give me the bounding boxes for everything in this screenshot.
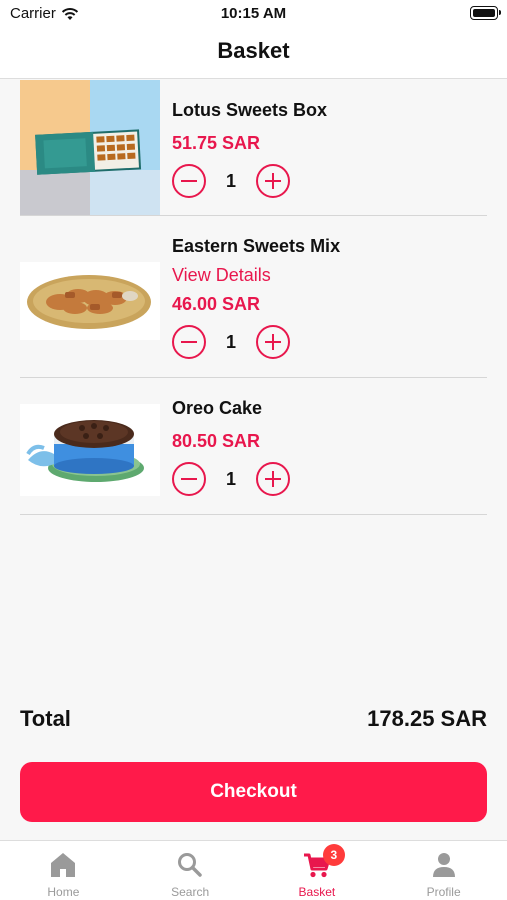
total-label: Total <box>20 706 71 731</box>
total-value: 178.25 SAR <box>367 706 487 731</box>
nav-bar: Basket <box>0 30 507 79</box>
item-price: 51.75 SAR <box>172 133 261 153</box>
product-image[interactable] <box>20 80 160 215</box>
tab-label: Search <box>171 885 210 899</box>
checkout-button[interactable]: Checkout <box>20 762 487 822</box>
status-bar: Carrier 10:15 AM <box>0 0 507 30</box>
item-price: 46.00 SAR <box>172 294 261 314</box>
home-icon <box>51 853 76 877</box>
tab-bar: Home Search 3 Basket Profile <box>0 840 507 900</box>
tab-search[interactable]: Search <box>127 841 254 900</box>
quantity-value: 1 <box>225 468 236 489</box>
search-icon <box>178 853 202 877</box>
battery-icon <box>470 6 501 20</box>
page-title: Basket <box>217 38 290 63</box>
item-name: Lotus Sweets Box <box>172 100 328 120</box>
item-info: Oreo Cake 80.50 SAR 1 <box>172 398 290 496</box>
decrease-quantity-button[interactable] <box>172 462 206 496</box>
basket-item: Eastern Sweets Mix View Details 46.00 SA… <box>20 216 487 378</box>
item-info: Lotus Sweets Box 51.75 SAR 1 <box>172 100 327 198</box>
tab-home[interactable]: Home <box>0 841 127 900</box>
quantity-value: 1 <box>225 331 236 352</box>
tab-label: Home <box>47 885 80 899</box>
basket-item: Lotus Sweets Box 51.75 SAR 1 <box>20 80 487 216</box>
quantity-stepper: 1 <box>172 462 290 496</box>
increase-quantity-button[interactable] <box>256 462 290 496</box>
basket-item: Oreo Cake 80.50 SAR 1 <box>20 378 487 515</box>
tab-basket[interactable]: 3 Basket <box>254 841 381 900</box>
clock: 10:15 AM <box>220 5 287 22</box>
item-name: Eastern Sweets Mix <box>172 236 341 256</box>
quantity-stepper: 1 <box>172 164 327 198</box>
person-icon <box>432 853 455 877</box>
quantity-stepper: 1 <box>172 325 340 359</box>
item-name: Oreo Cake <box>172 398 263 418</box>
total-row: Total 178.25 SAR <box>20 702 487 738</box>
view-details-link[interactable]: View Details <box>172 265 340 286</box>
item-price: 80.50 SAR <box>172 431 261 451</box>
quantity-value: 1 <box>225 170 236 191</box>
tab-label: Profile <box>426 885 461 899</box>
item-info: Eastern Sweets Mix View Details 46.00 SA… <box>172 236 340 359</box>
increase-quantity-button[interactable] <box>256 325 290 359</box>
product-image[interactable] <box>20 262 160 340</box>
product-image[interactable] <box>20 404 160 496</box>
decrease-quantity-button[interactable] <box>172 164 206 198</box>
tab-profile[interactable]: Profile <box>380 841 507 900</box>
decrease-quantity-button[interactable] <box>172 325 206 359</box>
basket-screen: Carrier 10:15 AM Basket Lotus Sweets Box… <box>0 0 507 900</box>
increase-quantity-button[interactable] <box>256 164 290 198</box>
tab-label: Basket <box>298 885 336 899</box>
cart-count-badge: 3 <box>322 844 345 866</box>
